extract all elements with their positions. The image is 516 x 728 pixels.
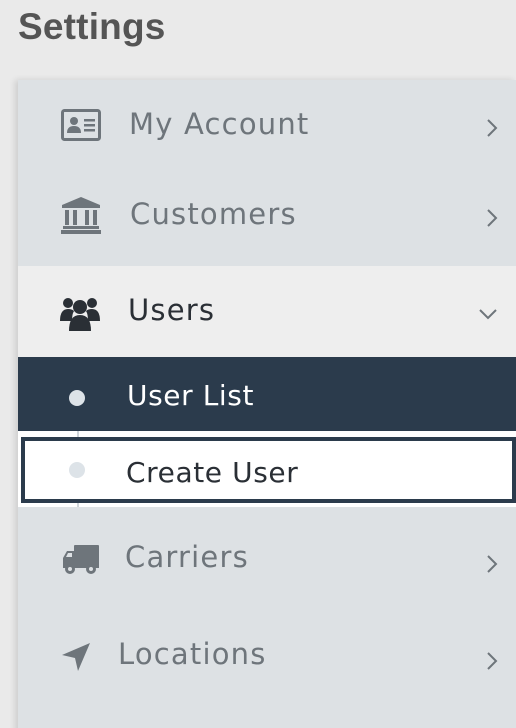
id-card-icon [61,109,101,141]
submenu-item-user-list[interactable]: User List [18,357,516,431]
settings-menu: My Account Customers Users User List Cre… [18,80,516,728]
bank-icon [61,197,101,234]
menu-item-label: Users [128,293,216,327]
page-title: Settings [18,6,166,47]
submenu-item-create-user[interactable]: Create User [21,437,516,503]
truck-icon [63,545,99,574]
chevron-right-icon [487,209,498,227]
menu-item-label: My Account [129,107,310,141]
menu-item-label: Customers [130,197,297,231]
menu-item-locations[interactable]: Locations [18,607,516,703]
menu-item-label: Carriers [125,540,249,574]
menu-item-my-account[interactable]: My Account [18,80,516,176]
menu-item-carriers[interactable]: Carriers [18,510,516,606]
submenu-item-label: Create User [126,456,299,489]
submenu-item-label: User List [127,379,255,412]
settings-page: Settings My Account Customers Users User… [0,0,516,728]
chevron-right-icon [487,119,498,137]
submenu-bullet [69,462,85,478]
chevron-right-icon [487,652,498,670]
menu-item-users[interactable]: Users [18,266,516,357]
users-submenu: User List Create User [18,357,516,507]
menu-item-label: Locations [118,637,267,671]
location-arrow-icon [62,643,90,671]
menu-item-customers[interactable]: Customers [18,170,516,266]
users-icon [60,298,100,331]
chevron-right-icon [487,555,498,573]
submenu-bullet [69,390,85,406]
chevron-down-icon [479,309,497,320]
